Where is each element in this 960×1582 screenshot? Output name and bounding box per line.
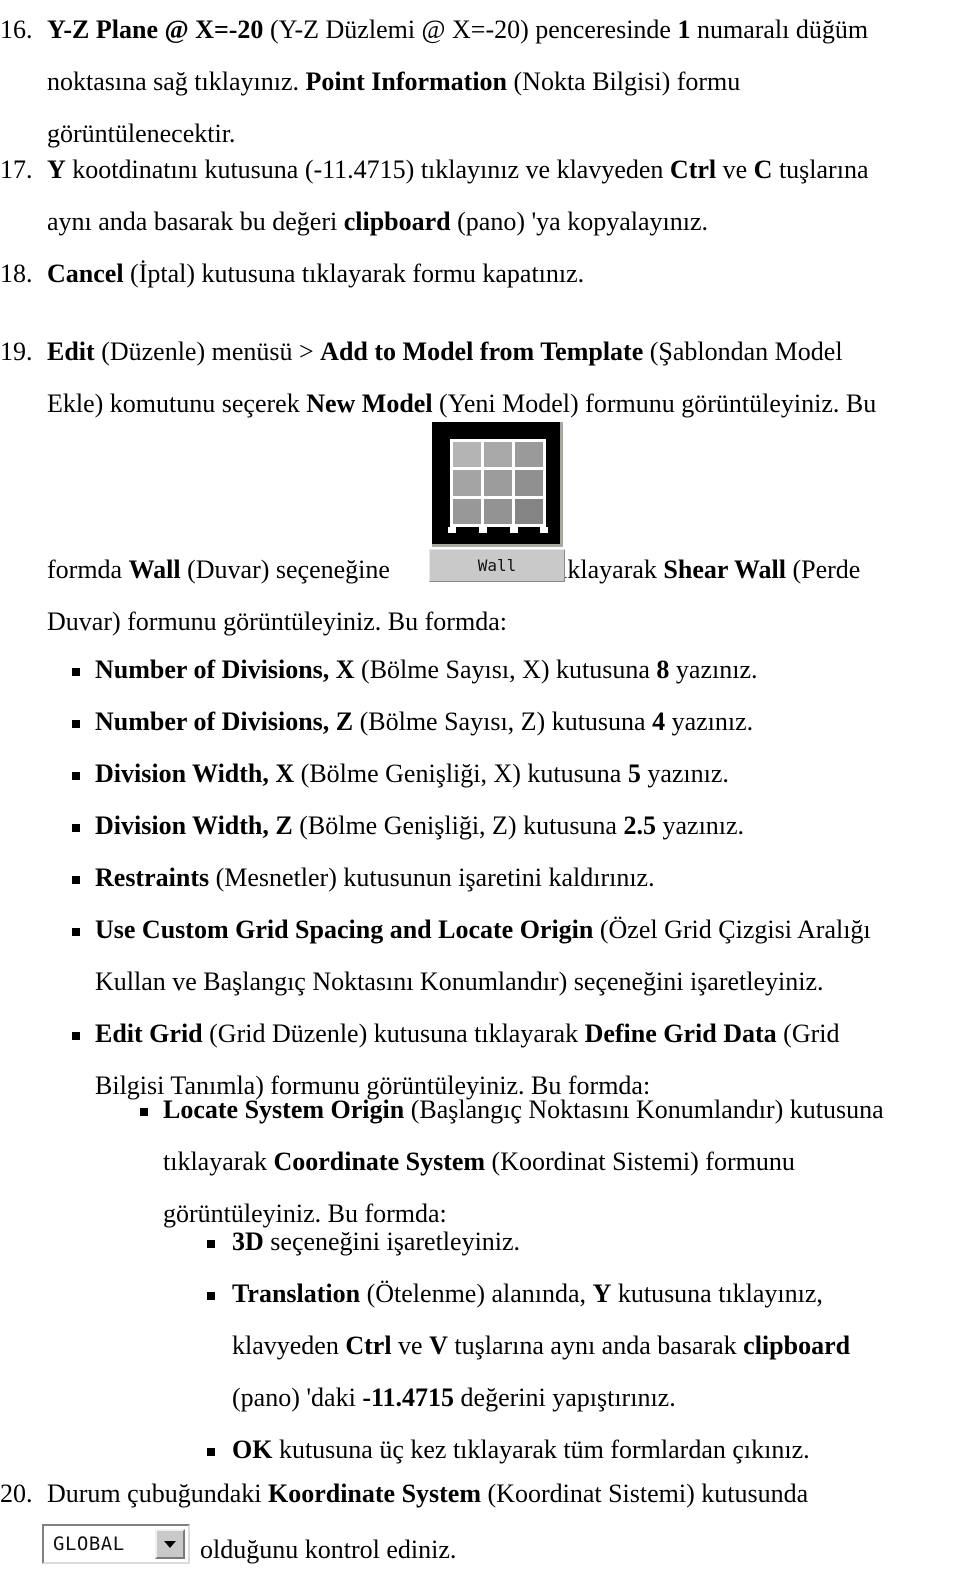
- step-16-line-2: noktasına sağ tıklayınız. Point Informat…: [47, 67, 741, 96]
- step-17-line-2: aynı anda basarak bu değeri clipboard (p…: [47, 207, 708, 236]
- list-item: Use Custom Grid Spacing and Locate Origi…: [0, 904, 960, 1008]
- bullet-text: Translation (Ötelenme) alanında, Y kutus…: [232, 1268, 960, 1424]
- bullet-square-icon: [72, 928, 80, 936]
- step-17-number: 17.: [0, 155, 33, 184]
- step-16: 16. Y-Z Plane @ X=-20 (Y-Z Düzlemi @ X=-…: [0, 4, 960, 160]
- step-20-line-1: Durum çubuğundaki Koordinate System (Koo…: [47, 1479, 809, 1508]
- chevron-down-icon: [164, 1541, 176, 1548]
- bullet-square-icon: [207, 1292, 215, 1300]
- list-item: 3D seçeneğini işaretleyiniz.: [0, 1216, 960, 1268]
- step-16-line-1: Y-Z Plane @ X=-20 (Y-Z Düzlemi @ X=-20) …: [47, 15, 869, 44]
- bullet-square-icon: [207, 1240, 215, 1248]
- list-item: Division Width, Z (Bölme Genişliği, Z) k…: [0, 800, 960, 852]
- bullet-text-line: tıklayarak Coordinate System (Koordinat …: [163, 1147, 795, 1176]
- wall-paragraph-after: tıklayarak Shear Wall (Perde: [552, 555, 861, 584]
- wall-grid-graphic: [450, 439, 546, 527]
- bullet-square-icon: [72, 668, 80, 676]
- coordinate-system-combobox[interactable]: GLOBAL: [42, 1524, 190, 1564]
- bullet-text-line: klavyeden Ctrl ve V tuşlarına aynı anda …: [232, 1331, 851, 1360]
- wall-grid-cell: [453, 442, 481, 468]
- step-20-line-2: olduğunu kontrol ediniz.: [200, 1535, 457, 1564]
- bullet-text-line: Translation (Ötelenme) alanında, Y kutus…: [232, 1279, 823, 1308]
- step-20: 20. Durum çubuğundaki Koordinate System …: [0, 1468, 960, 1520]
- dropdown-button[interactable]: [155, 1529, 185, 1559]
- bullet-text: Division Width, Z (Bölme Genişliği, Z) k…: [95, 811, 745, 840]
- coordinate-system-value: GLOBAL: [53, 1533, 125, 1555]
- wall-grid-cell: [484, 470, 512, 496]
- bullet-text: Use Custom Grid Spacing and Locate Origi…: [95, 904, 960, 1008]
- bullet-text: 3D seçeneğini işaretleyiniz.: [232, 1227, 521, 1256]
- bullet-list-level-3: 3D seçeneğini işaretleyiniz. Translation…: [0, 1216, 960, 1476]
- wall-grid-cell: [515, 470, 543, 496]
- wall-grid-cell: [453, 470, 481, 496]
- step-18-number: 18.: [0, 259, 33, 288]
- list-item: Number of Divisions, Z (Bölme Sayısı, Z)…: [0, 696, 960, 748]
- bullet-square-icon: [207, 1448, 215, 1456]
- wall-paragraph-before: formda Wall (Duvar) seçeneğine: [47, 555, 390, 584]
- wall-grid-cell: [484, 498, 512, 524]
- list-item: Translation (Ötelenme) alanında, Y kutus…: [0, 1268, 960, 1424]
- step-19-number: 19.: [0, 337, 33, 366]
- bullet-square-icon: [72, 1032, 80, 1040]
- bullet-text: Division Width, X (Bölme Genişliği, X) k…: [95, 759, 729, 788]
- wall-button-label: Wall: [429, 549, 565, 582]
- wall-template-button[interactable]: Wall: [429, 420, 568, 582]
- bullet-text-line: Kullan ve Başlangıç Noktasını Konumlandı…: [95, 967, 824, 996]
- wall-paragraph-line-2: Duvar) formunu görüntüleyiniz. Bu formda…: [47, 607, 507, 636]
- bullet-text-line: (pano) 'daki -11.4715 değerini yapıştırı…: [232, 1383, 676, 1412]
- wall-grid-cell: [453, 498, 481, 524]
- list-item: Number of Divisions, X (Bölme Sayısı, X)…: [0, 644, 960, 696]
- wall-grid-cell: [515, 498, 543, 524]
- wall-grid-cell: [515, 442, 543, 468]
- list-item: Restraints (Mesnetler) kutusunun işareti…: [0, 852, 960, 904]
- step-20-number: 20.: [0, 1479, 33, 1508]
- step-19-line-1: Edit (Düzenle) menüsü > Add to Model fro…: [47, 337, 843, 366]
- step-18-line-1: Cancel (İptal) kutusuna tıklayarak formu…: [47, 259, 585, 288]
- bullet-text-line: Edit Grid (Grid Düzenle) kutusuna tıklay…: [95, 1019, 840, 1048]
- bullet-square-icon: [140, 1108, 148, 1116]
- bullet-square-icon: [72, 876, 80, 884]
- wall-grid-cell: [484, 442, 512, 468]
- step-16-number: 16.: [0, 15, 33, 44]
- step-19: 19. Edit (Düzenle) menüsü > Add to Model…: [0, 326, 960, 430]
- bullet-square-icon: [72, 720, 80, 728]
- bullet-text: Restraints (Mesnetler) kutusunun işareti…: [95, 863, 655, 892]
- step-17: 17. Y kootdinatını kutusuna (-11.4715) t…: [0, 144, 960, 248]
- bullet-text: Number of Divisions, Z (Bölme Sayısı, Z)…: [95, 707, 754, 736]
- document-page: 16. Y-Z Plane @ X=-20 (Y-Z Düzlemi @ X=-…: [0, 0, 960, 1582]
- bullet-text-line: Locate System Origin (Başlangıç Noktasın…: [163, 1095, 884, 1124]
- step-17-line-1: Y kootdinatını kutusuna (-11.4715) tıkla…: [47, 155, 869, 184]
- bullet-text: Number of Divisions, X (Bölme Sayısı, X)…: [95, 655, 758, 684]
- bullet-square-icon: [72, 772, 80, 780]
- wall-support-marks: [448, 527, 548, 535]
- wall-icon: [432, 422, 563, 547]
- bullet-list-level-1: Number of Divisions, X (Bölme Sayısı, X)…: [0, 644, 960, 1112]
- bullet-square-icon: [72, 824, 80, 832]
- step-18: 18. Cancel (İptal) kutusuna tıklayarak f…: [0, 248, 960, 300]
- list-item: Division Width, X (Bölme Genişliği, X) k…: [0, 748, 960, 800]
- bullet-text-line: Use Custom Grid Spacing and Locate Origi…: [95, 915, 871, 944]
